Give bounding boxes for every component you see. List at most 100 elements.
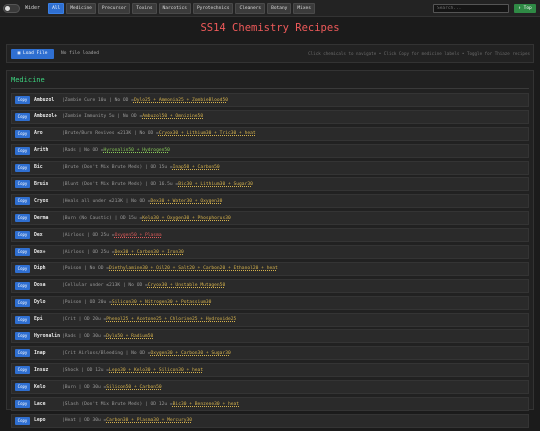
- copy-button[interactable]: Copy: [15, 197, 30, 206]
- recipe-ingredients[interactable]: Bic30 + Benzene30 + heat: [173, 402, 239, 407]
- folder-icon: ▦: [17, 51, 21, 56]
- recipe-ingredients[interactable]: Silicon30 + Nitrogen30 + Potassium30: [112, 300, 212, 305]
- copy-button[interactable]: Copy: [15, 214, 30, 223]
- copy-button[interactable]: Copy: [15, 231, 30, 240]
- copy-button[interactable]: Copy: [15, 112, 30, 121]
- recipe-ingredients[interactable]: Silicon50 + Carbon50: [106, 385, 161, 390]
- chemical-name[interactable]: Dylo: [34, 300, 62, 305]
- copy-button[interactable]: Copy: [15, 383, 30, 392]
- recipe-row: Copy Lace | Slash (Don't Mix Brute Meds) |…: [11, 397, 529, 412]
- tab-precursor[interactable]: Precursor: [97, 2, 131, 14]
- recipe-row: Copy Dex | Airloss | OD 25u = Oxygen50 + P…: [11, 228, 529, 243]
- chemical-name[interactable]: Epi: [34, 317, 62, 322]
- chemical-name[interactable]: Ambuzol: [34, 98, 62, 103]
- toggle-knob: [5, 5, 10, 11]
- recipe-ingredients[interactable]: Kelo30 + Oxygen30 + Phosphorus30: [142, 216, 231, 221]
- chemical-description: Burn | OD 30u =: [64, 384, 107, 390]
- recipe-ingredients[interactable]: Oxygen30 + Carbon30 + Sugar30: [151, 351, 231, 356]
- chemical-name[interactable]: Insuz: [34, 368, 62, 373]
- recipe-row: Copy Arith | Rads | No OD = Hyronalin50 + …: [11, 143, 529, 158]
- recipe-ingredients[interactable]: Inap50 + Carbon50: [173, 165, 220, 170]
- top-button[interactable]: ↑ Top: [514, 4, 536, 13]
- chemical-description: Cellular under ≤213K | No OD =: [64, 283, 148, 289]
- recipe-row: Copy Insuz | Shock | OD 12u = Lepo30 + Kel…: [11, 363, 529, 378]
- copy-button[interactable]: Copy: [15, 332, 30, 341]
- tab-toxins[interactable]: Toxins: [132, 2, 157, 14]
- recipe-row: Copy Dosa | Cellular under ≤213K | No OD =…: [11, 278, 529, 293]
- recipe-row: Copy Derma | Burn (No Caustic) | OD 15u = …: [11, 211, 529, 226]
- chemical-name[interactable]: Ambuzol+: [34, 114, 62, 119]
- copy-button[interactable]: Copy: [15, 315, 30, 324]
- copy-button[interactable]: Copy: [15, 281, 30, 290]
- tab-all[interactable]: All: [48, 2, 65, 14]
- chemical-name[interactable]: Bruis: [34, 182, 62, 187]
- chemical-name[interactable]: Dex: [34, 233, 62, 238]
- usage-hint: Click chemicals to navigate • Click Copy…: [308, 51, 530, 56]
- section-title: Medicine: [11, 76, 45, 84]
- recipe-ingredients[interactable]: Dex30 + Water30 + Oxygen30: [151, 199, 223, 204]
- recipe-ingredients[interactable]: Cryox30 + Unstable Mutagen50: [148, 283, 225, 288]
- recipe-ingredients[interactable]: Carbon30 + Plasma30 + Mercury30: [106, 418, 192, 423]
- section-divider: [11, 88, 529, 89]
- copy-button[interactable]: Copy: [15, 248, 30, 257]
- top-nav-bar: Wider All Medicine Precursor Toxins Narcotic…: [0, 0, 540, 17]
- chemical-description: Brute (Don't Mix Brute Meds) | OD 15u =: [64, 165, 173, 171]
- wider-toggle[interactable]: [3, 3, 20, 13]
- recipe-ingredients[interactable]: Dex30 + Carbon30 + Iron30: [115, 250, 184, 255]
- chemical-name[interactable]: Dex+: [34, 250, 62, 255]
- copy-button[interactable]: Copy: [15, 146, 30, 155]
- chemical-description: Blunt (Don't Mix Brute Meds) | OD 16.5u …: [64, 181, 179, 187]
- recipe-ingredients[interactable]: Cryox30 + Lithium30 + Tric30 + heat: [159, 131, 256, 136]
- copy-button[interactable]: Copy: [15, 180, 30, 189]
- recipe-ingredients[interactable]: Dylo50 + Radium50: [106, 334, 153, 339]
- copy-button[interactable]: Copy: [15, 163, 30, 172]
- recipe-ingredients[interactable]: Oxygen50 + Plasma: [115, 233, 162, 238]
- chemical-description: Heals all under ≤213K | No OD =: [64, 198, 151, 204]
- chemical-name[interactable]: Diph: [34, 266, 62, 271]
- chemical-description: Rads | OD 30u =: [64, 333, 107, 339]
- chemical-name[interactable]: Cryox: [34, 199, 62, 204]
- category-tabs: All Medicine Precursor Toxins Narcotics Pyrot…: [48, 2, 317, 14]
- tab-cleaners[interactable]: Cleaners: [235, 2, 266, 14]
- copy-button[interactable]: Copy: [15, 400, 30, 409]
- recipe-row: Copy Ambuzol+ | Zombie Immunity 5u | No OD…: [11, 109, 529, 124]
- chemical-name[interactable]: Dosa: [34, 283, 62, 288]
- chemical-name[interactable]: Derma: [34, 216, 62, 221]
- copy-button[interactable]: Copy: [15, 96, 30, 104]
- copy-button[interactable]: Copy: [15, 349, 30, 358]
- recipe-ingredients[interactable]: Lepo30 + Kelo30 + Silicon30 + heat: [109, 368, 203, 373]
- chemical-name[interactable]: Arith: [34, 148, 62, 153]
- recipe-ingredients[interactable]: Hyronalin50 + Hydrogen50: [104, 148, 170, 153]
- recipe-row: Copy Dex+ | Airloss | OD 25u = Dex30 + Car…: [11, 245, 529, 260]
- tab-narcotics[interactable]: Narcotics: [158, 2, 191, 14]
- chemical-description: Zombie Immunity 5u | No OD =: [64, 114, 143, 120]
- chemical-description: Heat | OD 30u =: [64, 418, 107, 424]
- chemical-name[interactable]: Lace: [34, 402, 62, 407]
- copy-button[interactable]: Copy: [15, 298, 30, 307]
- recipe-row: Copy Ambuzol | Zombie Cure 10u | No OD = D…: [11, 93, 529, 107]
- copy-button[interactable]: Copy: [15, 129, 30, 138]
- recipe-ingredients[interactable]: Dylo25 + Ammonia25 + ZombieBlood50: [134, 98, 228, 103]
- chemical-name[interactable]: Aro: [34, 131, 62, 136]
- recipe-ingredients[interactable]: Phenol25 + Acetone25 + Chlorine25 + Hydr…: [106, 317, 236, 322]
- copy-button[interactable]: Copy: [15, 366, 30, 375]
- load-file-button[interactable]: ▦ Load File: [11, 49, 54, 59]
- chemical-name[interactable]: Hyronalin: [34, 334, 62, 339]
- recipe-row: Copy Epi | Crit | OD 20u = Phenol25 + Acet…: [11, 312, 529, 327]
- chemical-name[interactable]: Kelo: [34, 385, 62, 390]
- tab-medicine[interactable]: Medicine: [66, 2, 96, 14]
- tab-mixes[interactable]: Mixes: [293, 2, 315, 14]
- tab-pyrotechnics[interactable]: Pyrotechnics: [192, 2, 234, 14]
- chemical-name[interactable]: Bic: [34, 165, 62, 170]
- tab-botany[interactable]: Botany: [267, 2, 292, 14]
- recipe-ingredients[interactable]: Diethylamine30 + Oil20 + Salt20 + Carbon…: [109, 266, 278, 271]
- chemical-name[interactable]: Lepo: [34, 418, 62, 423]
- chemical-name[interactable]: Inap: [34, 351, 62, 356]
- recipe-ingredients[interactable]: Ambuzol50 + Omnizine50: [142, 114, 203, 119]
- recipe-ingredients[interactable]: Bic30 + Lithium30 + Sugar30: [178, 182, 253, 187]
- copy-button[interactable]: Copy: [15, 264, 30, 273]
- search-input[interactable]: [433, 4, 509, 13]
- file-status: No file loaded: [61, 51, 99, 56]
- recipe-row: Copy Hyronalin | Rads | OD 30u = Dylo50 + …: [11, 329, 529, 344]
- copy-button[interactable]: Copy: [15, 416, 30, 425]
